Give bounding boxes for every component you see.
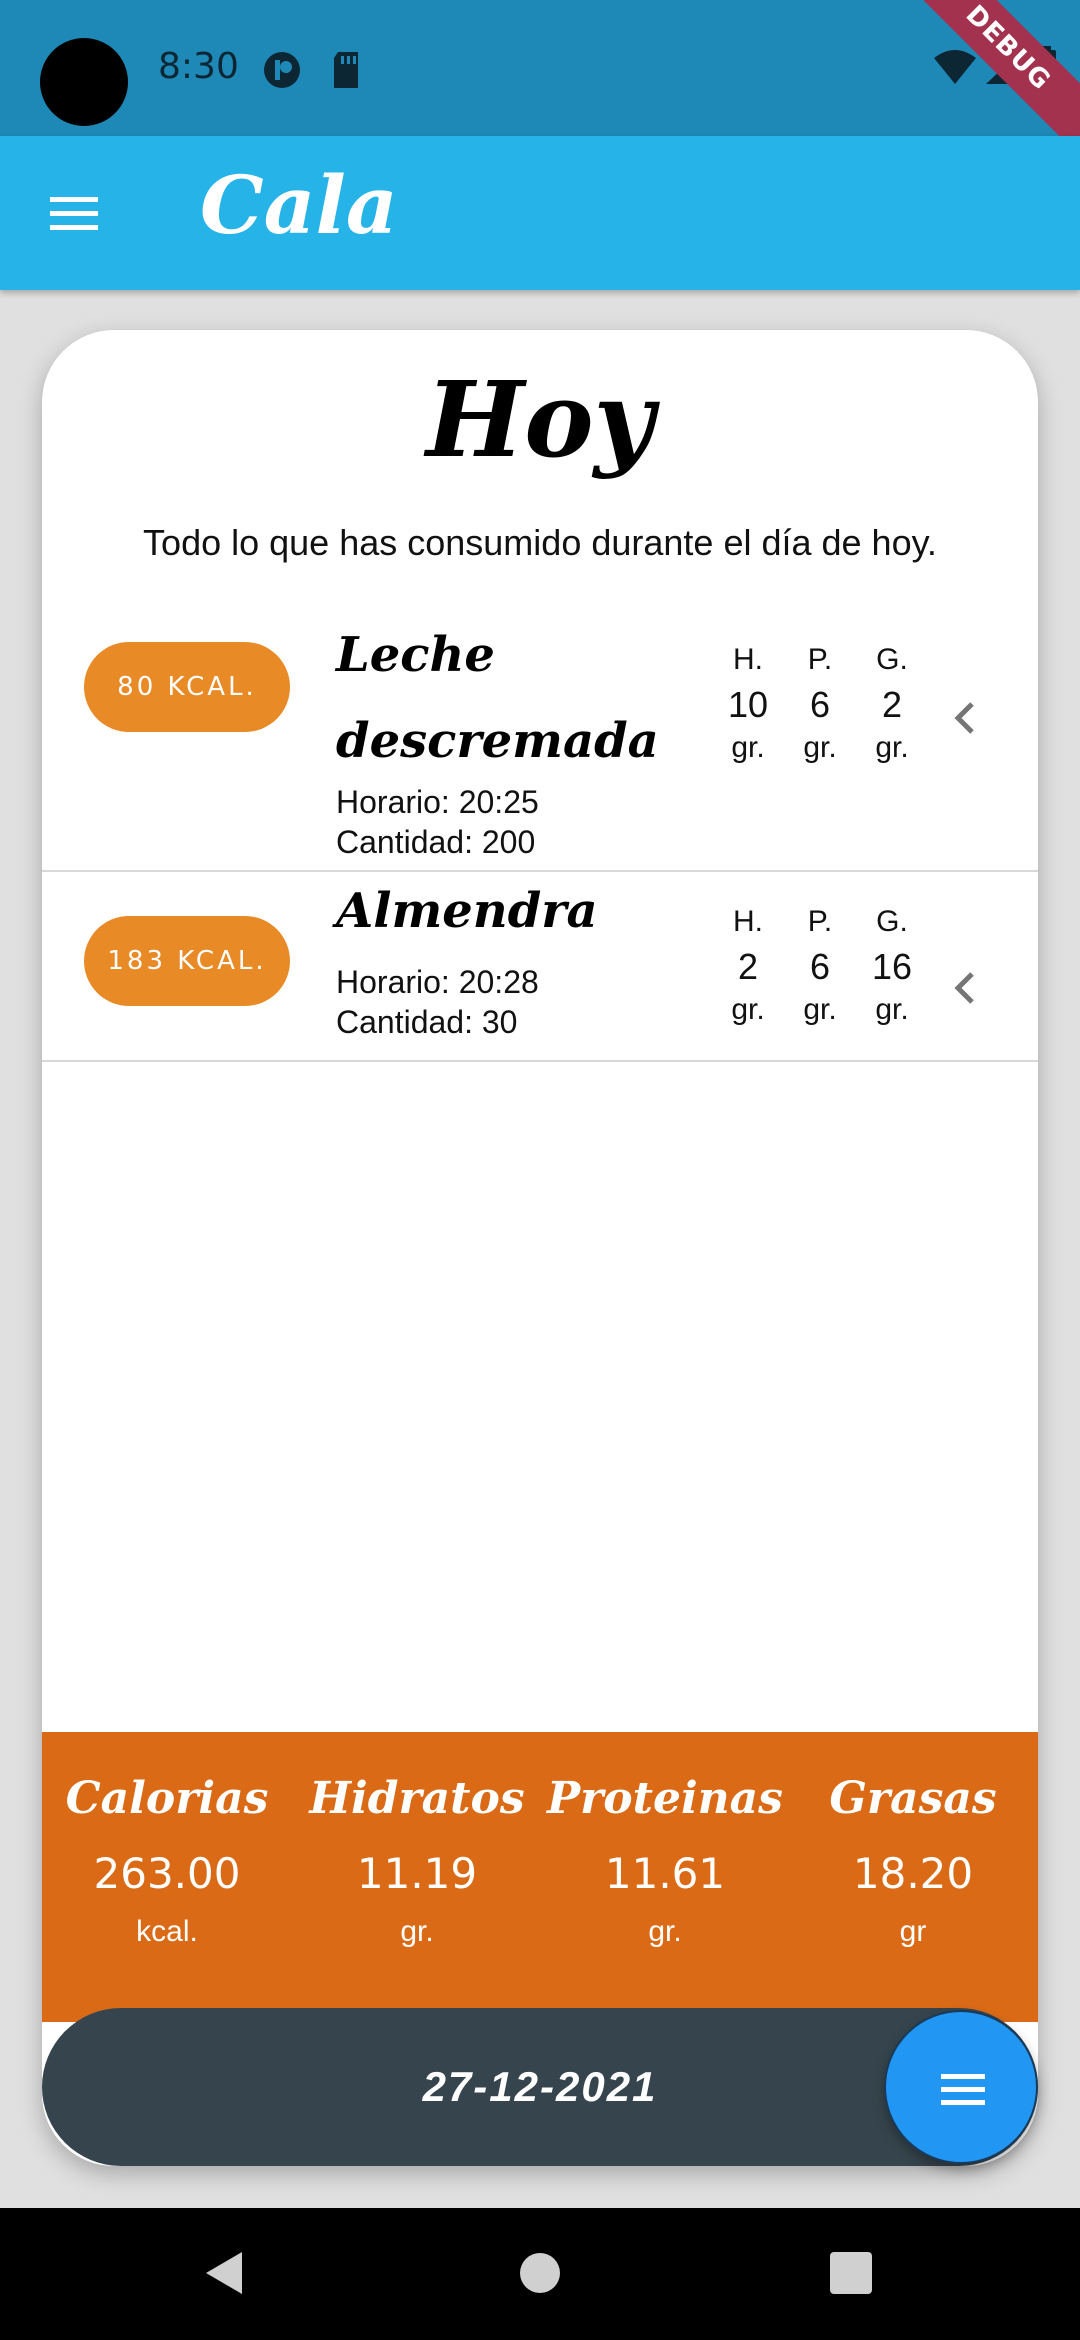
camera-cutout <box>40 38 128 126</box>
macro-unit: gr. <box>803 731 837 764</box>
chevron-left-icon[interactable] <box>942 964 990 1012</box>
recents-icon[interactable] <box>826 2248 876 2298</box>
app-title: Cala <box>200 158 398 252</box>
macro-header-carbs: H. <box>733 643 763 676</box>
food-meta: Horario: 20:25 Cantidad: 200 <box>336 782 539 862</box>
macro-value-protein: 6 <box>809 946 831 987</box>
sd-card-icon <box>330 50 362 95</box>
food-list-item[interactable]: 183 KCAL. Almendra Horario: 20:28 Cantid… <box>42 872 1038 1062</box>
total-value: 18.20 <box>852 1849 974 1898</box>
macro-header-fat: G. <box>876 643 908 676</box>
food-time: Horario: 20:25 <box>336 784 539 820</box>
macro-header-carbs: H. <box>733 905 763 938</box>
status-bar: 8:30 DEBUG <box>0 0 1080 159</box>
macro-unit: gr. <box>875 993 909 1026</box>
fab-menu-button[interactable] <box>884 2010 1038 2164</box>
back-icon[interactable] <box>200 2248 250 2298</box>
total-unit: gr. <box>400 1915 434 1948</box>
total-value: 263.00 <box>93 1849 241 1898</box>
total-calories: Calorias 263.00 kcal. <box>42 1762 292 1952</box>
status-time: 8:30 <box>158 46 239 87</box>
macro-fat: G. 2 gr. <box>852 638 932 768</box>
menu-button[interactable] <box>40 181 104 245</box>
total-label: Calorias <box>65 1773 269 1824</box>
total-fat: Grasas 18.20 gr <box>788 1762 1038 1952</box>
total-carbs: Hidratos 11.19 gr. <box>292 1762 542 1952</box>
total-label: Hidratos <box>309 1773 525 1824</box>
macro-unit: gr. <box>803 993 837 1026</box>
food-name: Leche descremada <box>336 627 659 769</box>
total-unit: gr. <box>648 1915 682 1948</box>
macro-value-carbs: 2 <box>737 946 759 987</box>
system-nav-bar <box>0 2208 1080 2340</box>
macro-carbs: H. 10 gr. <box>708 638 788 768</box>
wifi-icon <box>932 48 978 91</box>
total-value: 11.19 <box>356 1849 478 1898</box>
app-bar: Cala <box>0 136 1080 290</box>
total-label: Grasas <box>829 1773 997 1824</box>
macro-unit: gr. <box>731 993 765 1026</box>
macro-value-carbs: 10 <box>727 684 769 725</box>
food-name: Almendra <box>336 883 598 939</box>
macro-carbs: H. 2 gr. <box>708 900 788 1030</box>
home-icon[interactable] <box>515 2248 565 2298</box>
macro-value-protein: 6 <box>809 684 831 725</box>
macro-value-fat: 16 <box>871 946 913 987</box>
chevron-left-icon[interactable] <box>942 694 990 742</box>
macro-unit: gr. <box>731 731 765 764</box>
food-meta: Horario: 20:28 Cantidad: 30 <box>336 962 539 1042</box>
macro-protein: P. 6 gr. <box>780 638 860 768</box>
total-label: Proteinas <box>547 1773 783 1824</box>
menu-icon <box>40 197 104 249</box>
daily-card: Hoy Todo lo que has consumido durante el… <box>42 330 1038 2166</box>
macro-header-protein: P. <box>807 905 833 938</box>
kcal-badge: 183 KCAL. <box>84 916 290 1006</box>
total-unit: kcal. <box>136 1915 198 1948</box>
macro-header-protein: P. <box>807 643 833 676</box>
food-time: Horario: 20:28 <box>336 964 539 1000</box>
kcal-badge: 80 KCAL. <box>84 642 290 732</box>
menu-icon <box>941 2074 985 2105</box>
macro-protein: P. 6 gr. <box>780 900 860 1030</box>
total-protein: Proteinas 11.61 gr. <box>540 1762 790 1952</box>
macro-value-fat: 2 <box>881 684 903 725</box>
total-value: 11.61 <box>604 1849 726 1898</box>
food-list-item[interactable]: 80 KCAL. Leche descremada Horario: 20:25… <box>42 330 1038 872</box>
food-quantity: Cantidad: 200 <box>336 824 536 860</box>
macro-unit: gr. <box>875 731 909 764</box>
macro-header-fat: G. <box>876 905 908 938</box>
food-quantity: Cantidad: 30 <box>336 1004 518 1040</box>
daily-totals: Calorias 263.00 kcal. Hidratos 11.19 gr.… <box>42 1732 1038 2022</box>
total-unit: gr <box>899 1915 927 1948</box>
macro-fat: G. 16 gr. <box>852 900 932 1030</box>
record-icon <box>262 50 302 95</box>
